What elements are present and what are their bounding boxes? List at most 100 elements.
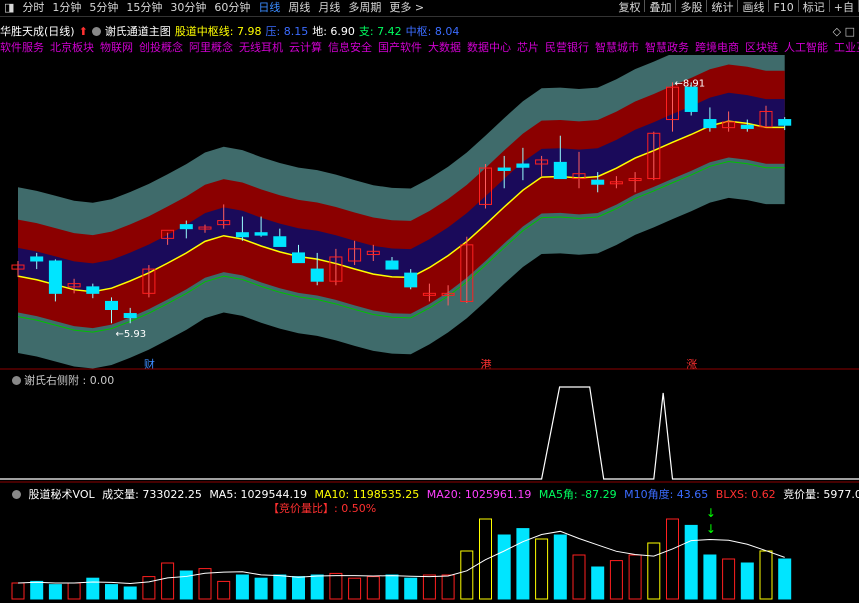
concept-tag[interactable]: 民营银行 <box>545 40 589 54</box>
toolbar-period-7[interactable]: 周线 <box>284 0 314 16</box>
volume-bar <box>348 577 362 600</box>
volume-bar <box>479 518 492 600</box>
toolbar-period-4[interactable]: 30分钟 <box>166 0 210 16</box>
pressure-value: 压: 8.15 <box>265 25 309 38</box>
toolbar-period-8[interactable]: 月线 <box>314 0 344 16</box>
toolbar-right-3[interactable]: 统计 <box>707 0 737 16</box>
candle-body <box>703 119 717 129</box>
toolbar-period-5[interactable]: 60分钟 <box>210 0 254 16</box>
low-label: ←5.93 <box>116 329 147 340</box>
period-toolbar: ◨ 分时 1分钟 5分钟 15分钟 30分钟 60分钟 日线 周线 月线 多周期 更多 > 复权 叠加 多股… <box>0 0 859 17</box>
toolbar-right-6[interactable]: 标记 <box>799 0 829 16</box>
volume-bar <box>722 558 736 600</box>
concept-tag[interactable]: 信息安全 <box>328 40 372 54</box>
toolbar-right-2[interactable]: 多股 <box>676 0 706 16</box>
concept-tag[interactable]: 创投概念 <box>139 40 183 54</box>
volume-chart[interactable]: ↓↓ <box>0 503 859 603</box>
vol-value: 成交量: 733022.25 <box>102 488 202 501</box>
concept-tag[interactable]: 芯片 <box>517 40 539 54</box>
toolbar-period-3[interactable]: 15分钟 <box>122 0 166 16</box>
volume-bar <box>273 574 287 600</box>
candle-body <box>740 124 754 129</box>
candle-body <box>235 232 249 238</box>
high-label: ←8.91 <box>675 78 706 89</box>
volume-bar <box>67 582 81 600</box>
toolbar-period-2[interactable]: 5分钟 <box>85 0 122 16</box>
panel3-title: 股道秘术VOL 成交量: 733022.25 MA5: 1029544.19 M… <box>12 486 859 502</box>
toolbar-right-4[interactable]: 画线 <box>738 0 768 16</box>
vol-indicator-name[interactable]: 股道秘术VOL <box>29 488 95 501</box>
volume-bar <box>422 574 436 600</box>
volume-bar <box>123 586 137 600</box>
center-value: 中枢: 8.04 <box>405 25 460 38</box>
candle-body <box>497 167 511 171</box>
settings-dot-icon[interactable] <box>91 26 101 36</box>
volume-bar <box>217 580 231 600</box>
indicator-name[interactable]: 谢氏通道主图 <box>105 24 171 38</box>
concept-tag[interactable]: 数据中心 <box>467 40 511 54</box>
concept-tag[interactable]: 物联网 <box>100 40 133 54</box>
concept-tag[interactable]: 智慧政务 <box>645 40 689 54</box>
toolbar-right-1[interactable]: 叠加 <box>645 0 675 16</box>
concept-tag[interactable]: 云计算 <box>289 40 322 54</box>
volume-bar <box>48 584 62 600</box>
volume-bar <box>254 577 268 600</box>
candle-body <box>591 179 605 185</box>
toolbar-period-6[interactable]: 日线 <box>254 0 284 16</box>
toolbar-period-0[interactable]: 分时 <box>18 0 48 16</box>
concept-tag[interactable]: 人工智能 <box>784 40 828 54</box>
toolbar-right-0[interactable]: 复权 <box>614 0 644 16</box>
candle-body <box>778 119 792 126</box>
toolbar-right-5[interactable]: F10 <box>769 0 797 16</box>
concept-tag[interactable]: 软件服务 <box>0 40 44 54</box>
candle-body <box>385 260 399 270</box>
candle-body <box>30 256 44 262</box>
volume-bar <box>572 554 586 600</box>
concept-tag[interactable]: 区块链 <box>745 40 778 54</box>
volume-bar <box>460 550 474 600</box>
concept-tag[interactable]: 北京板块 <box>50 40 94 54</box>
concept-tag[interactable]: 国产软件 <box>378 40 422 54</box>
volume-bar <box>759 550 773 600</box>
volume-bar <box>647 542 661 600</box>
toolbar-period-1[interactable]: 1分钟 <box>48 0 85 16</box>
window-icon[interactable]: ◨ <box>0 0 18 16</box>
concept-tag[interactable]: 大数据 <box>428 40 461 54</box>
concept-tag[interactable]: 跨境电商 <box>695 40 739 54</box>
volume-bar <box>292 576 305 600</box>
m10-angle-value: M10角度: 43.65 <box>624 488 709 501</box>
concept-tag[interactable]: 工业互联 <box>834 40 859 54</box>
price-chart[interactable]: ←8.91 ←5.93 财 港 涨 <box>0 55 859 370</box>
arrow-down-icon: ↓ <box>706 506 716 520</box>
concept-tag[interactable]: 无线耳机 <box>239 40 283 54</box>
candle-body <box>404 272 418 288</box>
settings-dot-icon[interactable] <box>12 490 21 499</box>
stock-title[interactable]: 华胜天成(日线) <box>0 24 75 38</box>
support-value: 支: 7.42 <box>358 25 402 38</box>
volume-bar <box>778 558 792 600</box>
volume-bar <box>235 574 249 600</box>
candle-body <box>254 232 268 236</box>
volume-bar <box>161 562 175 600</box>
arrow-up-icon: ⬆ <box>78 24 88 38</box>
volume-bar <box>385 574 399 600</box>
volume-bar <box>591 566 605 600</box>
volume-bar <box>30 580 44 600</box>
toolbar-period-10[interactable]: 更多 > <box>385 0 428 16</box>
volume-bar <box>86 577 100 600</box>
volume-bar <box>142 576 156 600</box>
volume-bar <box>366 576 380 600</box>
volume-ma5-line <box>17 530 785 584</box>
volume-bar <box>535 538 549 600</box>
candle-body <box>516 163 530 168</box>
ma20-value: MA20: 1025961.19 <box>426 488 532 501</box>
toolbar-period-9[interactable]: 多周期 <box>344 0 385 16</box>
candle-body <box>273 236 287 247</box>
toolbar-right-7[interactable]: +自 <box>830 0 858 16</box>
concept-tag[interactable]: 阿里概念 <box>189 40 233 54</box>
right-side-indicator-chart[interactable] <box>0 383 859 483</box>
panel-corner-icons[interactable]: ◇ □ <box>833 25 855 38</box>
volume-bar <box>441 574 455 600</box>
concept-tag[interactable]: 智慧城市 <box>595 40 639 54</box>
volume-bar <box>609 560 623 600</box>
